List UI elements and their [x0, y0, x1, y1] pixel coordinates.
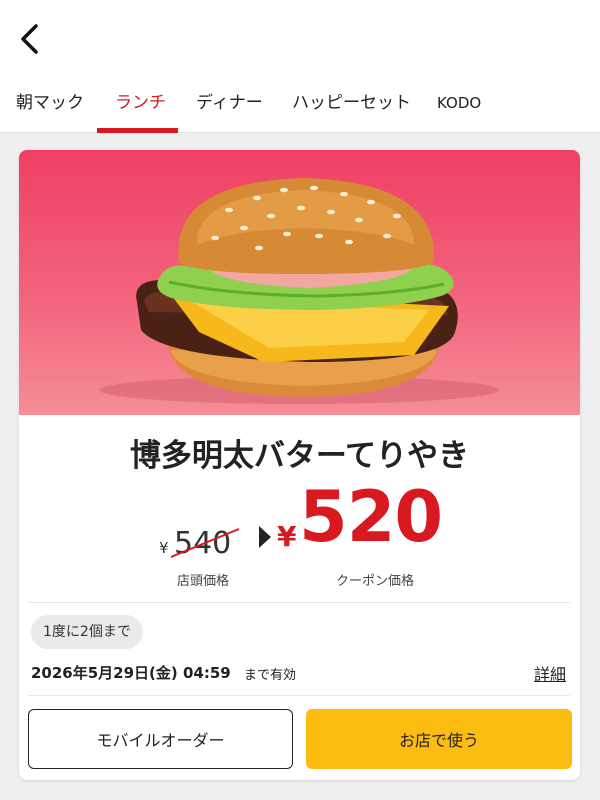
coupon-card[interactable]: 博多明太バターてりやき ¥ 540 店頭価格 ¥ 520 クーポン価格 1度に2… — [19, 150, 580, 780]
regular-price-label: 店頭価格 — [177, 574, 230, 589]
chevron-left-icon — [21, 24, 38, 54]
strikethrough-line — [170, 528, 240, 558]
tab-kodo[interactable]: KODO — [437, 78, 481, 133]
product-image-area — [19, 150, 580, 415]
tab-happy-set[interactable]: ハッピーセット — [292, 78, 411, 133]
tab-lunch[interactable]: ランチ — [115, 78, 166, 133]
active-tab-indicator — [97, 128, 178, 133]
usage-limit-badge: 1度に2個まで — [31, 615, 143, 649]
expiry-suffix: まで有効 — [244, 668, 297, 683]
divider — [29, 695, 570, 696]
burger-image — [99, 178, 499, 404]
tab-morning-mac[interactable]: 朝マック — [16, 78, 84, 133]
coupon-price-currency: ¥ — [277, 520, 297, 553]
tab-dinner[interactable]: ディナー — [196, 78, 263, 133]
top-bar: 朝マック ランチ ディナー ハッピーセット KODO — [0, 0, 600, 133]
use-in-store-button[interactable]: お店で使う — [306, 709, 572, 769]
regular-price-currency: ¥ — [159, 539, 169, 557]
category-tabs: 朝マック ランチ ディナー ハッピーセット KODO — [0, 78, 600, 133]
mobile-order-button[interactable]: モバイルオーダー — [28, 709, 293, 769]
product-title: 博多明太バターてりやき — [129, 438, 470, 474]
details-link[interactable]: 詳細 — [534, 661, 566, 685]
divider — [29, 602, 570, 603]
expiry-date: 2026年5月29日(金) 04:59 — [31, 664, 231, 682]
price-arrow-icon — [259, 526, 271, 548]
back-button[interactable] — [10, 16, 54, 60]
coupon-price: 520 — [299, 476, 443, 558]
coupon-price-label: クーポン価格 — [336, 574, 415, 589]
